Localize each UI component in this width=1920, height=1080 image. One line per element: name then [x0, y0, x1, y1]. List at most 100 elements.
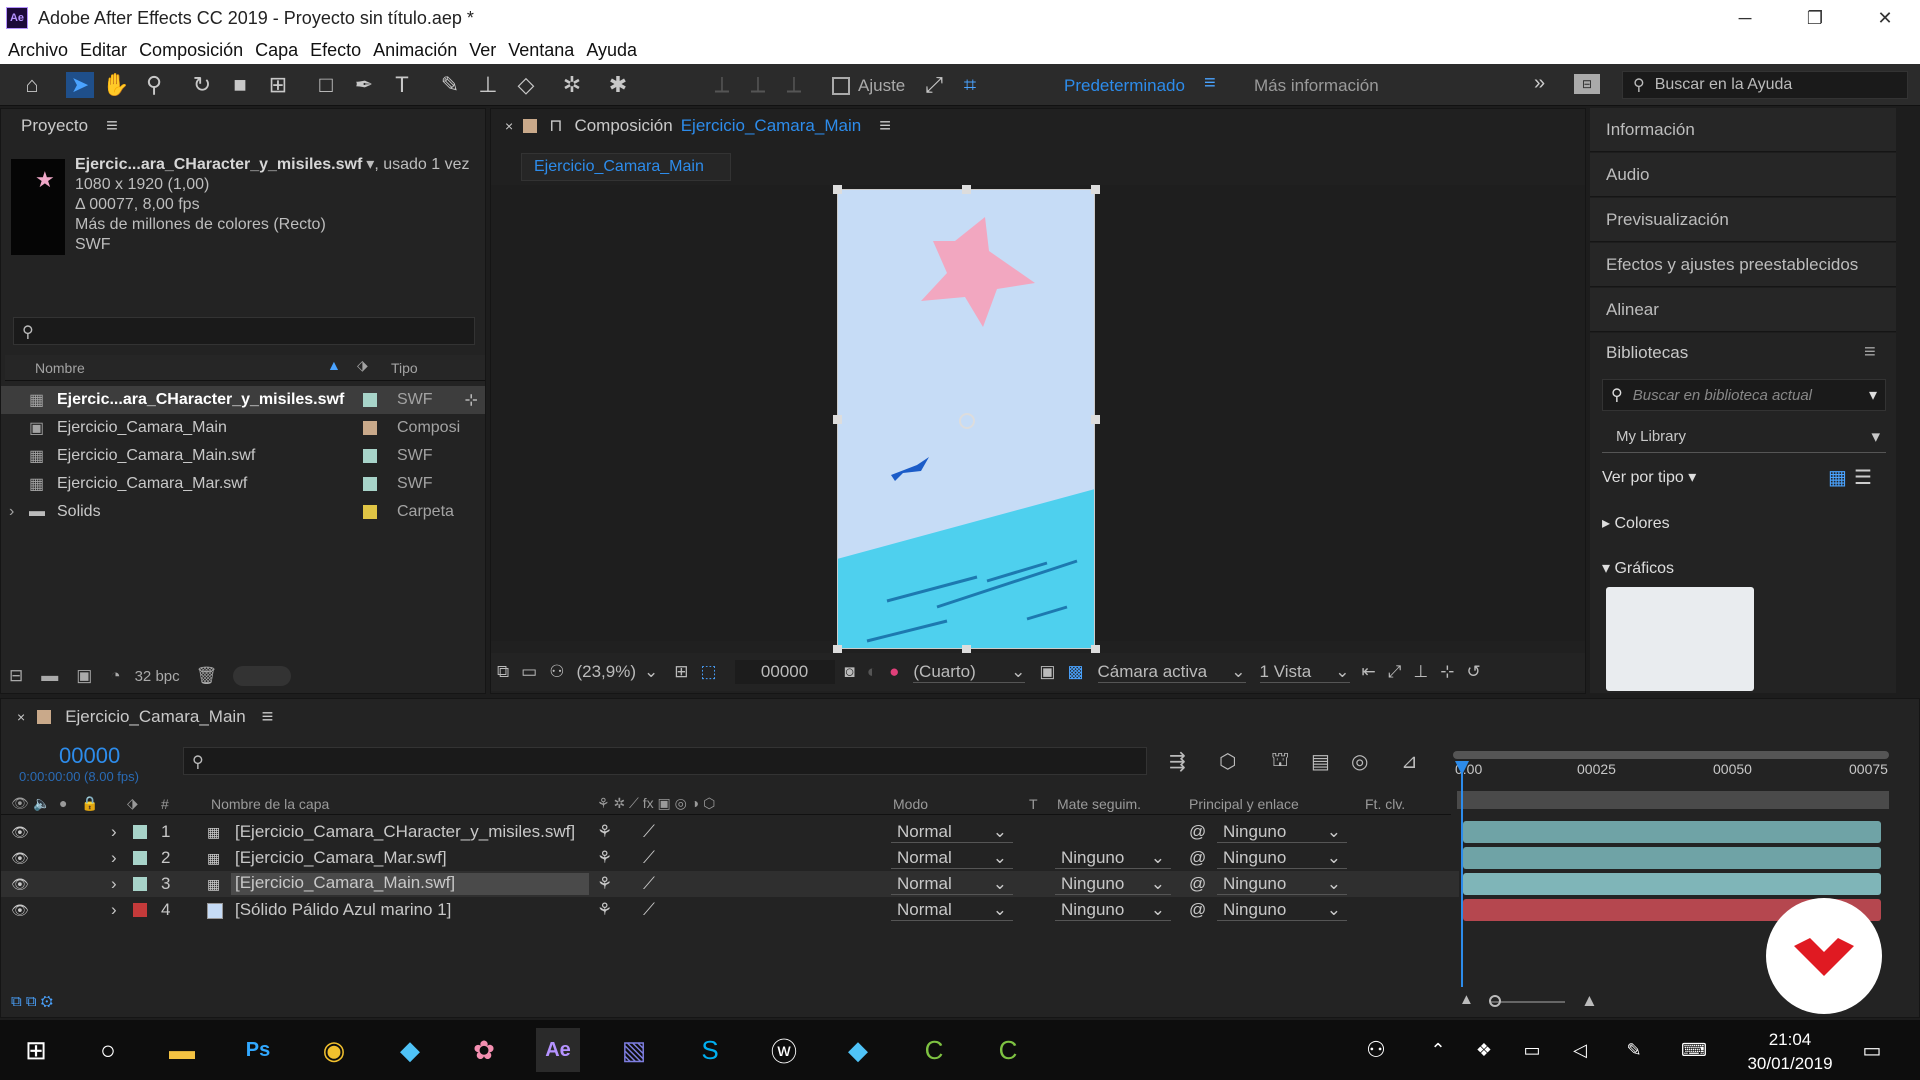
layer-name[interactable]: [Ejercicio_Camara_CHaracter_y_misiles.sw…: [235, 822, 575, 842]
project-panel-title[interactable]: Proyecto: [21, 116, 88, 136]
layer-matte-dropdown[interactable]: Ninguno ⌄: [1055, 899, 1171, 921]
workspace-menu-icon[interactable]: ≡: [1204, 72, 1216, 95]
comp-timecode[interactable]: 00000: [734, 660, 835, 684]
frame-blending-icon[interactable]: ▤: [1311, 749, 1330, 774]
workspace-more-info[interactable]: Más información: [1254, 76, 1379, 96]
layer-search-input[interactable]: ⚲: [183, 747, 1147, 775]
col-name-header[interactable]: Nombre: [35, 360, 85, 376]
layer-duration-bar[interactable]: [1463, 873, 1881, 895]
after-effects-icon[interactable]: Ae: [536, 1028, 580, 1072]
label-color-chip[interactable]: [363, 421, 377, 435]
bit-depth[interactable]: 32 bpc: [135, 668, 180, 685]
panel-menu-icon[interactable]: ≡: [1864, 341, 1876, 364]
photoshop-icon[interactable]: Ps: [236, 1028, 280, 1072]
close-panel-icon[interactable]: ×: [505, 118, 513, 134]
comp-header-name[interactable]: Ejercicio_Camara_Main: [681, 116, 861, 136]
panel-audio[interactable]: Audio: [1590, 153, 1896, 197]
graphic-thumbnail[interactable]: [1606, 587, 1754, 691]
snap-options-icon[interactable]: ⤢: [920, 72, 948, 98]
shy-switch-icon[interactable]: ⚘: [597, 848, 612, 868]
sort-asc-icon[interactable]: ▲: [327, 357, 341, 373]
pickwhip-icon[interactable]: @: [1189, 900, 1206, 920]
project-item[interactable]: ▦ Ejercic...ara_CHaracter_y_misiles.swf …: [1, 386, 485, 414]
new-composition-icon[interactable]: ▣: [76, 666, 92, 686]
zoom-dropdown-icon[interactable]: ⌄: [644, 662, 658, 682]
menu-animacion[interactable]: Animación: [373, 40, 457, 61]
menu-composicion[interactable]: Composición: [139, 40, 243, 61]
project-item[interactable]: › ▬ Solids Carpeta: [1, 498, 485, 526]
app-icon[interactable]: ◆: [836, 1028, 880, 1072]
panel-menu-icon[interactable]: ≡: [879, 115, 891, 138]
pickwhip-icon[interactable]: @: [1189, 848, 1206, 868]
resolution-dropdown[interactable]: (Cuarto) ⌄: [913, 662, 1026, 683]
tray-chevron-icon[interactable]: ⌃: [1416, 1028, 1460, 1072]
eye-icon[interactable]: 👁: [11, 902, 29, 919]
app-icon[interactable]: ◆: [388, 1028, 432, 1072]
trash-icon[interactable]: 🗑: [196, 666, 218, 686]
label-color-chip[interactable]: [133, 825, 147, 839]
layer-row[interactable]: 👁 › 2 ▦ [Ejercicio_Camara_Mar.swf] ⚘ ⟋ N…: [1, 845, 1459, 871]
col-t-header[interactable]: T: [1029, 796, 1038, 812]
views-dropdown[interactable]: 1 Vista ⌄: [1259, 662, 1350, 683]
panel-menu-icon[interactable]: ≡: [262, 706, 274, 729]
layer-row[interactable]: 👁 › 3 ▦ [Ejercicio_Camara_Main.swf] ⚘ ⟋ …: [1, 871, 1459, 897]
work-area-bar[interactable]: [1453, 751, 1889, 759]
col-layer-name-header[interactable]: Nombre de la capa: [211, 796, 329, 812]
layer-parent-dropdown[interactable]: Ninguno ⌄: [1217, 873, 1347, 895]
notifications-icon[interactable]: ▭: [1850, 1028, 1894, 1072]
quality-switch-icon[interactable]: ⟋: [643, 900, 655, 920]
expand-chevron-icon[interactable]: ›: [9, 503, 29, 521]
restore-icon[interactable]: ❐: [1780, 0, 1850, 36]
eraser-tool-icon[interactable]: ◇: [512, 72, 540, 98]
dropdown-arrow-icon[interactable]: ▾: [1869, 385, 1877, 405]
mask-visibility-icon[interactable]: ⚇: [549, 662, 564, 682]
search-help-panel-icon[interactable]: ⊟: [1574, 74, 1600, 94]
shy-switch-icon[interactable]: ⚘: [597, 822, 612, 842]
layer-mode-dropdown[interactable]: Normal ⌄: [891, 899, 1013, 921]
fast-preview-icon[interactable]: ▣: [1039, 662, 1055, 682]
rotate-tool-icon[interactable]: ↻: [188, 72, 216, 98]
layer-matte-dropdown[interactable]: Ninguno ⌄: [1055, 873, 1171, 895]
timeline-footer-icons[interactable]: ⧉ ⧉ ⚙: [11, 993, 53, 1010]
layer-name[interactable]: [Ejercicio_Camara_Mar.swf]: [235, 848, 447, 868]
expand-chevron-icon[interactable]: ›: [111, 900, 117, 920]
menu-ver[interactable]: Ver: [469, 40, 496, 61]
audio-icon[interactable]: 🔈: [33, 795, 50, 812]
timeline-comp-name[interactable]: Ejercicio_Camara_Main: [65, 707, 245, 727]
timeline-timecode[interactable]: 00000: [59, 743, 120, 769]
shy-switch-icon[interactable]: ⚘: [597, 900, 612, 920]
file-explorer-icon[interactable]: ▬: [160, 1028, 204, 1072]
transform-handle[interactable]: [833, 415, 842, 424]
chrome-icon[interactable]: ◉: [312, 1028, 356, 1072]
project-item[interactable]: ▦ Ejercicio_Camara_Main.swf SWF: [1, 442, 485, 470]
region-of-interest-icon[interactable]: ⬚: [700, 662, 716, 682]
transform-handle[interactable]: [962, 185, 971, 194]
composition-mini-flowchart-icon[interactable]: ⇶: [1169, 749, 1186, 774]
media-encoder-icon[interactable]: ▧: [612, 1028, 656, 1072]
camera-dropdown[interactable]: Cámara activa ⌄: [1097, 662, 1246, 683]
selection-tool-icon[interactable]: ➤: [66, 72, 94, 98]
menu-efecto[interactable]: Efecto: [310, 40, 361, 61]
col-mode-header[interactable]: Modo: [893, 796, 928, 812]
motion-blur-icon[interactable]: ⤢: [1388, 662, 1402, 682]
shy-switch-icon[interactable]: ⚘: [597, 874, 612, 894]
timeline-zoom-slider[interactable]: [1491, 1001, 1565, 1003]
project-item[interactable]: ▣ Ejercicio_Camara_Main Composi: [1, 414, 485, 442]
quality-switch-icon[interactable]: ⟋: [643, 822, 655, 842]
grid-icon[interactable]: ⊞: [674, 662, 688, 682]
eye-icon[interactable]: 👁: [11, 876, 29, 893]
system-clock[interactable]: 21:04 30/01/2019: [1730, 1028, 1850, 1076]
motion-blur-icon[interactable]: ◎: [1351, 749, 1368, 774]
layer-parent-dropdown[interactable]: Ninguno ⌄: [1217, 847, 1347, 869]
workspace-overflow-icon[interactable]: »: [1534, 72, 1545, 95]
transform-handle[interactable]: [833, 185, 842, 194]
brush-tool-icon[interactable]: ✎: [436, 72, 464, 98]
rectangle-tool-icon[interactable]: □: [312, 72, 340, 98]
transform-handle[interactable]: [1091, 185, 1100, 194]
app-icon[interactable]: ⓦ: [762, 1028, 806, 1072]
transparency-grid-icon[interactable]: ▩: [1067, 662, 1083, 682]
layer-parent-dropdown[interactable]: Ninguno ⌄: [1217, 821, 1347, 843]
pickwhip-icon[interactable]: @: [1189, 822, 1206, 842]
work-area-range[interactable]: [1457, 791, 1889, 809]
always-preview-icon[interactable]: ⧉: [497, 662, 509, 682]
